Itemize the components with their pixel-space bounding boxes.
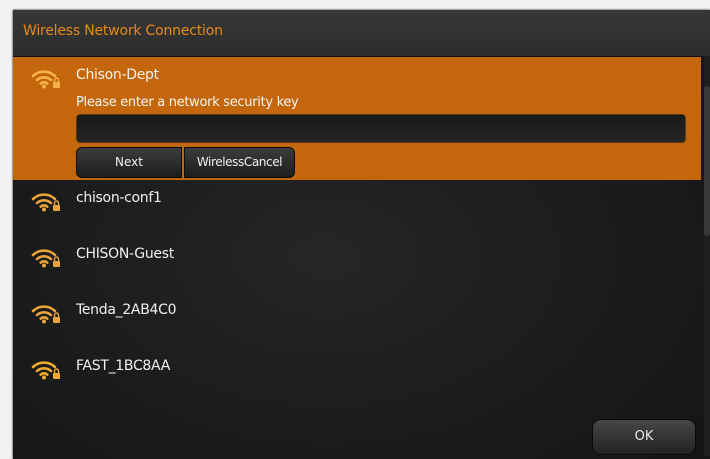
network-item[interactable]: Tenda_2AB4C0 <box>13 292 701 348</box>
wifi-locked-icon <box>31 249 60 268</box>
dialog-titlebar: Wireless Network Connection <box>13 10 710 57</box>
network-name: chison-conf1 <box>76 190 162 206</box>
wifi-locked-icon <box>31 305 60 324</box>
network-item-selected[interactable]: Chison-Dept Please enter a network secur… <box>13 57 701 180</box>
wifi-locked-icon <box>31 70 60 89</box>
dialog-title: Wireless Network Connection <box>23 23 223 39</box>
wifi-locked-icon <box>31 361 60 380</box>
network-name: CHISON-Guest <box>76 246 174 262</box>
scrollbar-thumb[interactable] <box>704 86 710 236</box>
security-key-input[interactable] <box>76 114 686 143</box>
network-name: Chison-Dept <box>76 67 159 83</box>
network-item[interactable]: FAST_1BC8AA <box>13 348 701 404</box>
scrollbar[interactable] <box>704 56 710 456</box>
wifi-locked-icon <box>31 193 60 212</box>
wireless-cancel-button[interactable]: WirelessCancel <box>184 147 295 178</box>
network-name: FAST_1BC8AA <box>76 358 170 374</box>
security-key-prompt: Please enter a network security key <box>76 95 299 110</box>
network-item[interactable]: CHISON-Guest <box>13 236 701 292</box>
network-name: Tenda_2AB4C0 <box>76 302 177 318</box>
network-item[interactable]: chison-conf1 <box>13 180 701 236</box>
wireless-dialog: Wireless Network Connection Chison-Dept … <box>13 10 710 459</box>
next-button[interactable]: Next <box>76 147 182 178</box>
ok-button[interactable]: OK <box>592 419 696 455</box>
